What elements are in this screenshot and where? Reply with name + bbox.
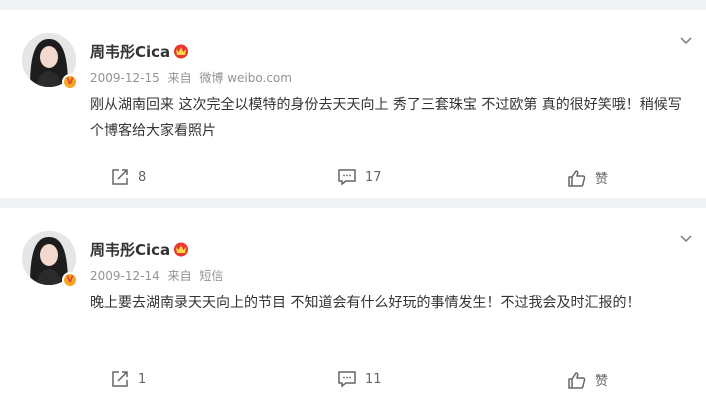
post-text: 晚上要去湖南录天天向上的节目 不知道会有什么好玩的事情发生！不过我会及时汇报的！ xyxy=(90,295,641,311)
post-text: 刚从湖南回来 这次完全以模特的身份去天天向上 秀了三套珠宝 不过欧第 真的很好笑… xyxy=(90,97,682,139)
share-button[interactable]: 8 xyxy=(110,168,146,186)
thumbs-up-icon xyxy=(568,371,586,389)
post-meta: 2009-12-15 来自 微博 weibo.com xyxy=(90,69,296,86)
vip-crown-icon xyxy=(174,242,188,257)
verified-badge-icon: V xyxy=(62,74,78,90)
comment-count: 11 xyxy=(365,371,382,387)
post-date[interactable]: 2009-12-14 xyxy=(90,269,160,283)
weibo-feed: V 周韦彤Cica 2009-12-15 来自 微博 weibo.com 刚从湖… xyxy=(0,0,706,400)
comment-button[interactable]: 17 xyxy=(337,168,382,186)
comment-icon xyxy=(338,169,356,186)
post-actions: 1 11 赞 xyxy=(0,360,706,400)
share-icon xyxy=(112,371,128,387)
post-source: 微博 weibo.com xyxy=(199,71,292,85)
source-prefix: 来自 xyxy=(167,269,192,283)
share-button[interactable]: 1 xyxy=(110,370,146,388)
post-card: V 周韦彤Cica 2009-12-15 来自 微博 weibo.com 刚从湖… xyxy=(0,10,706,198)
like-button[interactable]: 赞 xyxy=(567,370,608,389)
share-icon xyxy=(112,169,128,185)
author-name[interactable]: 周韦彤Cica xyxy=(90,41,170,62)
post-source: 短信 xyxy=(199,269,224,283)
like-label: 赞 xyxy=(595,374,609,389)
comment-icon xyxy=(338,371,356,388)
like-label: 赞 xyxy=(595,172,609,187)
post-meta: 2009-12-14 来自 短信 xyxy=(90,267,227,284)
post-actions: 8 17 赞 xyxy=(0,158,706,198)
post-card: V 周韦彤Cica 2009-12-14 来自 短信 晚上要去湖南录天天向上的节… xyxy=(0,208,706,400)
source-prefix: 来自 xyxy=(167,71,192,85)
like-button[interactable]: 赞 xyxy=(567,168,608,187)
share-count: 1 xyxy=(138,371,147,387)
author-name[interactable]: 周韦彤Cica xyxy=(90,239,170,260)
chevron-down-icon[interactable] xyxy=(678,32,694,48)
vip-crown-icon xyxy=(174,44,188,59)
comment-count: 17 xyxy=(365,169,382,185)
chevron-down-icon[interactable] xyxy=(678,230,694,246)
post-date[interactable]: 2009-12-15 xyxy=(90,71,160,85)
thumbs-up-icon xyxy=(568,169,586,187)
comment-button[interactable]: 11 xyxy=(337,370,382,388)
share-count: 8 xyxy=(138,169,147,185)
verified-badge-icon: V xyxy=(62,272,78,288)
